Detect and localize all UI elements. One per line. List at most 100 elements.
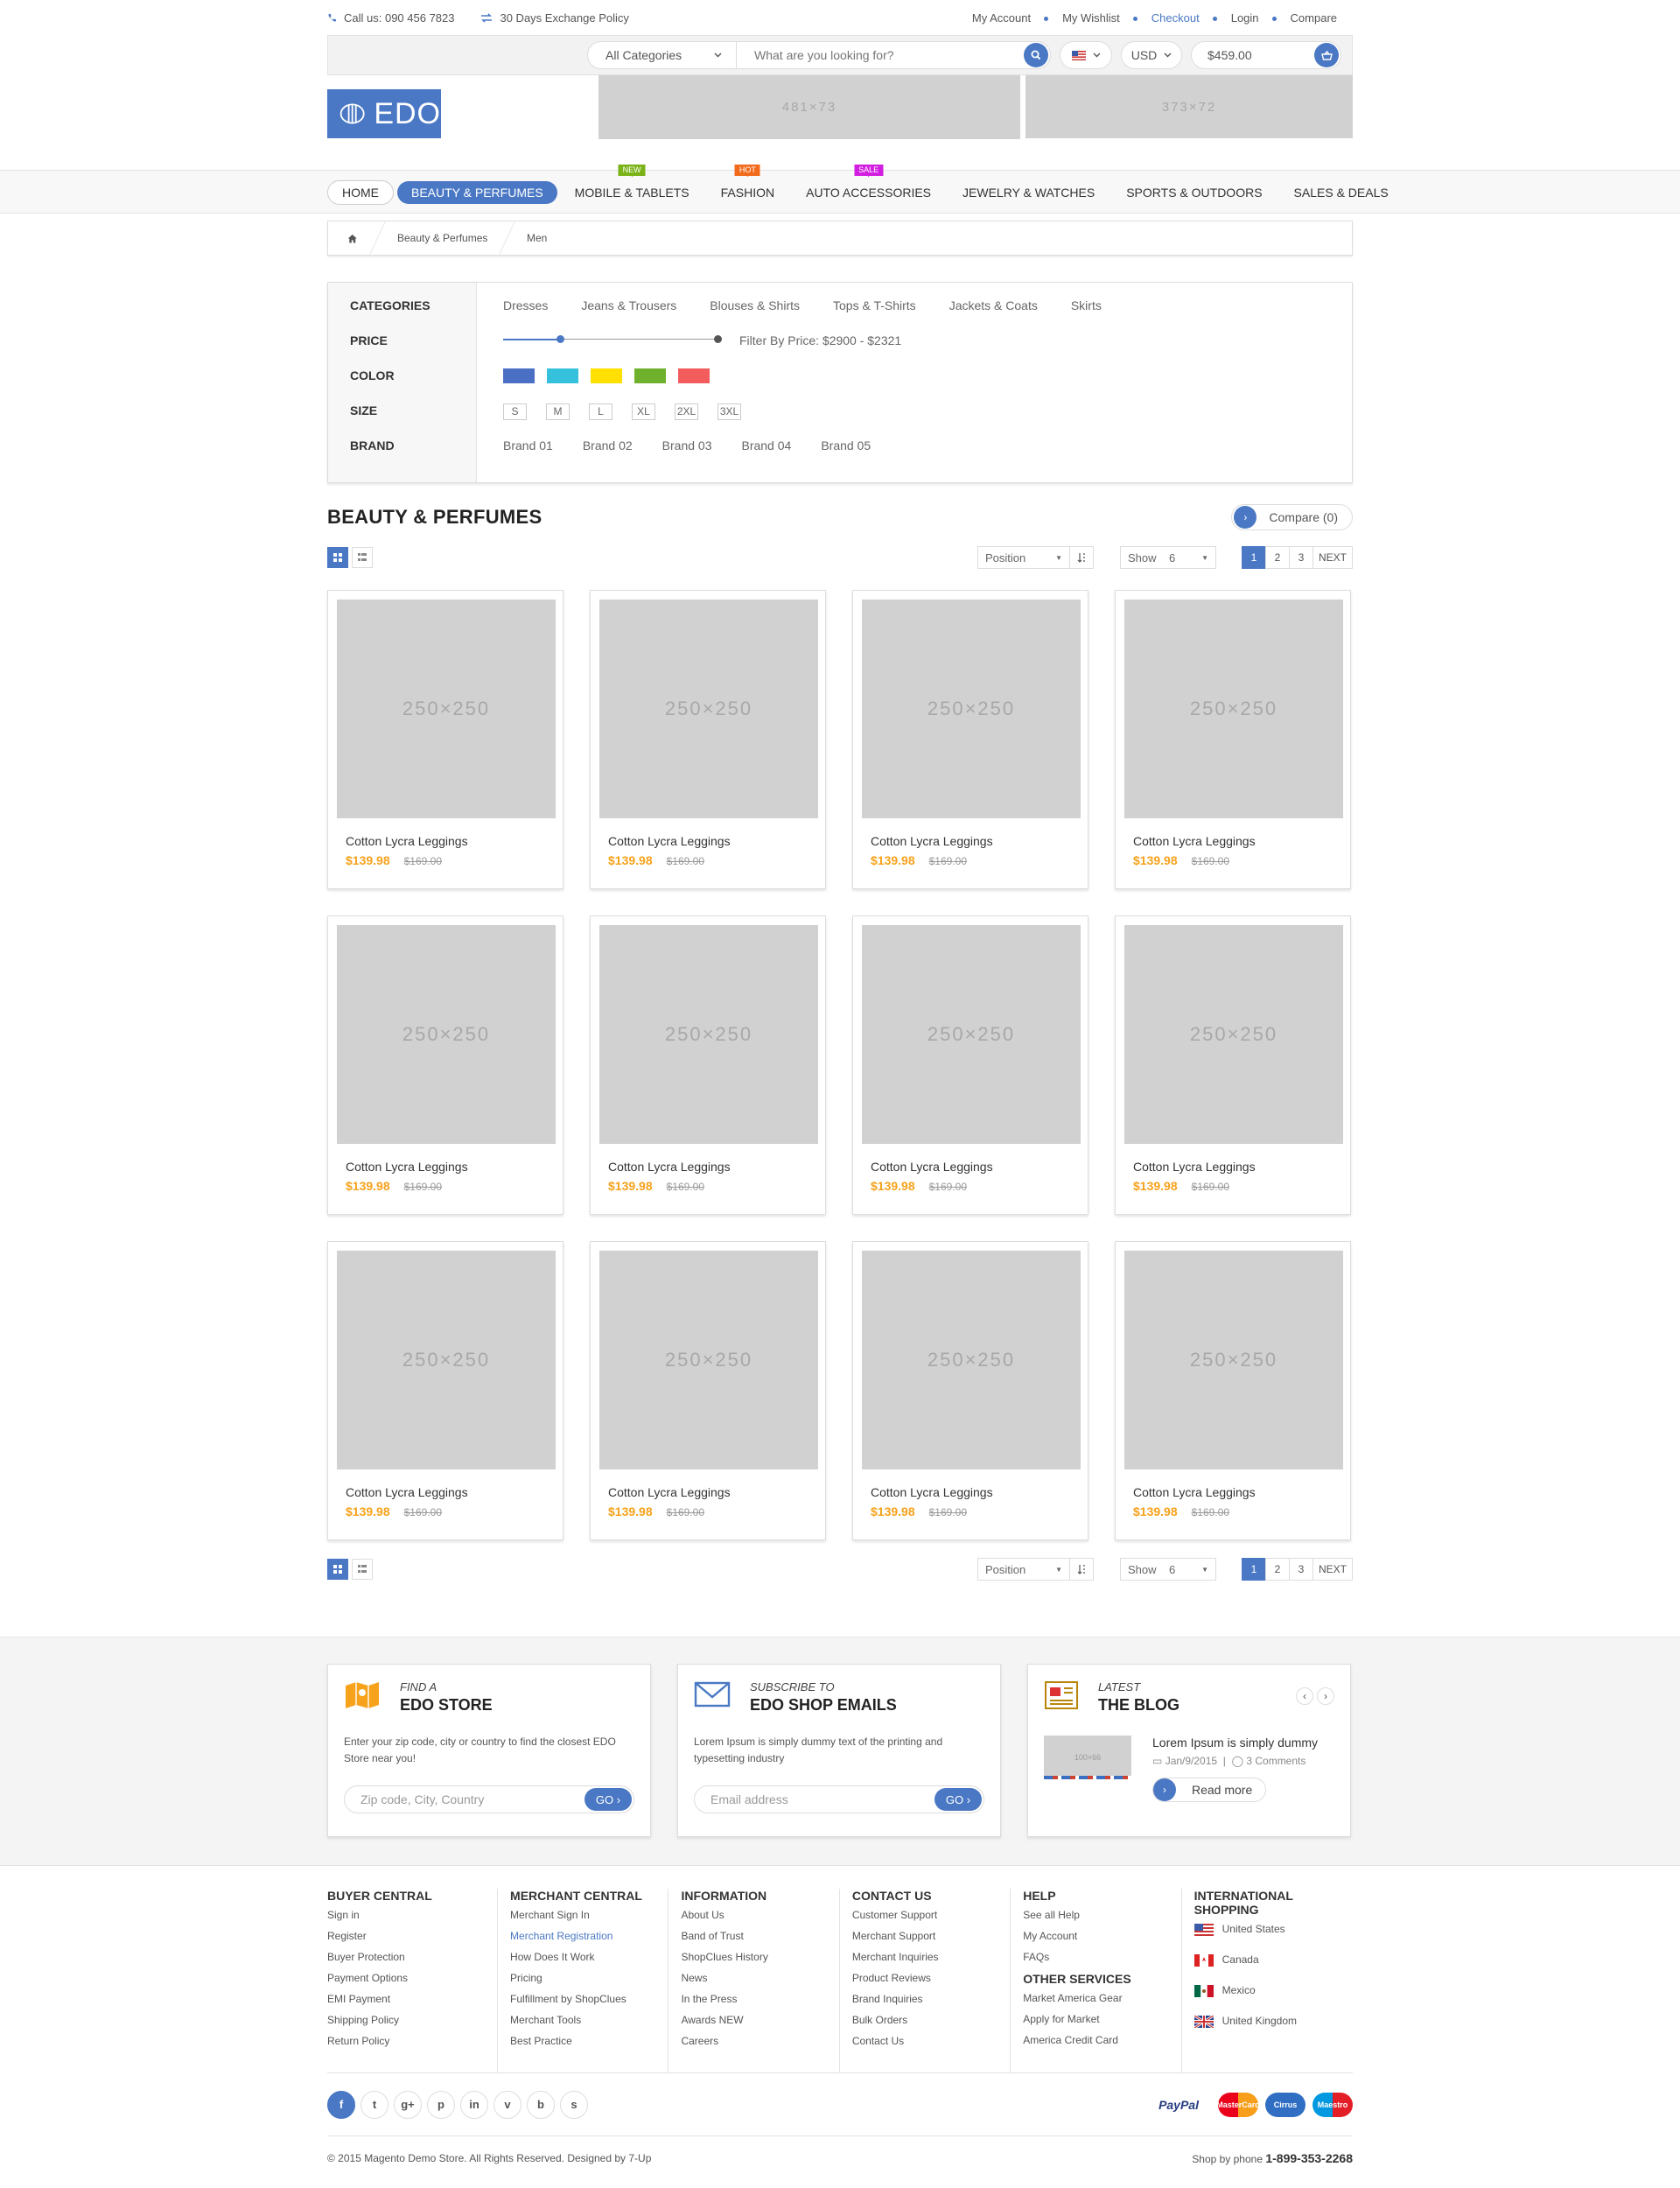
- footer-link[interactable]: FAQs: [1023, 1951, 1180, 1972]
- footer-link[interactable]: Apply for Market: [1023, 2013, 1180, 2034]
- product-image[interactable]: 250×250: [599, 1251, 818, 1469]
- list-view-button[interactable]: [352, 547, 373, 568]
- skype-icon[interactable]: s: [560, 2090, 588, 2119]
- email-input[interactable]: Email address GO ›: [694, 1785, 984, 1813]
- pinterest-icon[interactable]: p: [427, 2090, 455, 2119]
- product-card[interactable]: 250×250 Cotton Lycra Leggings $139.98 $169.…: [1115, 1241, 1351, 1540]
- footer-link[interactable]: Return Policy: [327, 2035, 497, 2056]
- compare-link[interactable]: Compare: [1271, 11, 1353, 25]
- compare-button[interactable]: › Compare (0): [1231, 504, 1353, 530]
- price-slider-max-handle[interactable]: [714, 335, 722, 343]
- nav-item-fashion[interactable]: FASHION HOT: [707, 165, 788, 204]
- footer-link[interactable]: Band of Trust: [681, 1930, 838, 1951]
- product-name[interactable]: Cotton Lycra Leggings: [608, 1160, 816, 1174]
- footer-link[interactable]: Merchant Tools: [510, 2014, 668, 2035]
- page-button[interactable]: 3: [1288, 1558, 1313, 1581]
- brand-option[interactable]: Brand 03: [662, 438, 712, 452]
- page-button[interactable]: 1: [1241, 1558, 1266, 1581]
- grid-view-button[interactable]: [327, 547, 348, 568]
- footer-link[interactable]: ShopClues History: [681, 1951, 838, 1972]
- checkout-link[interactable]: Checkout: [1132, 11, 1215, 25]
- logo[interactable]: EDO: [327, 89, 441, 138]
- footer-link[interactable]: See all Help: [1023, 1909, 1180, 1930]
- page-button[interactable]: 1: [1241, 546, 1266, 569]
- footer-link[interactable]: My Account: [1023, 1930, 1180, 1951]
- sort-select[interactable]: Position ▼: [976, 1558, 1070, 1581]
- footer-link[interactable]: Buyer Protection: [327, 1951, 497, 1972]
- list-view-button[interactable]: [352, 1559, 373, 1580]
- footer-link[interactable]: United Kingdom: [1194, 2015, 1353, 2045]
- footer-link[interactable]: Canada: [1194, 1953, 1353, 1984]
- language-select[interactable]: [1060, 41, 1112, 69]
- footer-link[interactable]: About Us: [681, 1909, 838, 1930]
- footer-link[interactable]: Pricing: [510, 1972, 668, 1993]
- size-option[interactable]: M: [546, 403, 570, 420]
- footer-link[interactable]: Customer Support: [852, 1909, 1010, 1930]
- search-input[interactable]: [737, 48, 1024, 62]
- nav-item-beauty-perfumes[interactable]: BEAUTY & PERFUMES: [397, 181, 557, 204]
- footer-link[interactable]: News: [681, 1972, 838, 1993]
- product-name[interactable]: Cotton Lycra Leggings: [608, 834, 816, 848]
- product-name[interactable]: Cotton Lycra Leggings: [346, 1160, 554, 1174]
- filter-category-option[interactable]: Jeans & Trousers: [581, 298, 676, 312]
- product-image[interactable]: 250×250: [862, 925, 1081, 1144]
- product-image[interactable]: 250×250: [599, 600, 818, 818]
- nav-item-auto-accessories[interactable]: AUTO ACCESSORIES SALE: [792, 165, 945, 204]
- next-page-button[interactable]: NEXT: [1312, 1558, 1353, 1581]
- footer-link[interactable]: Merchant Inquiries: [852, 1951, 1010, 1972]
- brand-option[interactable]: Brand 04: [741, 438, 791, 452]
- breadcrumb-item[interactable]: Beauty & Perfumes: [370, 221, 516, 255]
- product-name[interactable]: Cotton Lycra Leggings: [871, 1485, 1079, 1499]
- banner-2[interactable]: 373×72: [1026, 75, 1353, 138]
- footer-link[interactable]: Register: [327, 1930, 497, 1951]
- page-button[interactable]: 3: [1288, 546, 1313, 569]
- filter-category-option[interactable]: Jackets & Coats: [949, 298, 1038, 312]
- product-card[interactable]: 250×250 Cotton Lycra Leggings $139.98 $169.…: [327, 915, 564, 1215]
- footer-link[interactable]: United States: [1194, 1923, 1353, 1953]
- search-button[interactable]: [1024, 43, 1048, 67]
- page-button[interactable]: 2: [1264, 546, 1290, 569]
- product-image[interactable]: 250×250: [1124, 1251, 1343, 1469]
- product-image[interactable]: 250×250: [862, 600, 1081, 818]
- zip-input[interactable]: Zip code, City, Country GO ›: [344, 1785, 634, 1813]
- blog-prev-button[interactable]: ‹: [1296, 1687, 1313, 1705]
- footer-link[interactable]: Payment Options: [327, 1972, 497, 1993]
- footer-link[interactable]: Product Reviews: [852, 1972, 1010, 1993]
- size-option[interactable]: XL: [632, 403, 655, 420]
- blog-next-button[interactable]: ›: [1317, 1687, 1334, 1705]
- color-swatch[interactable]: [634, 368, 666, 383]
- banner-1[interactable]: 481×73: [598, 75, 1020, 139]
- facebook-icon[interactable]: f: [327, 2090, 355, 2119]
- product-image[interactable]: 250×250: [337, 925, 556, 1144]
- color-swatch[interactable]: [591, 368, 622, 383]
- show-select[interactable]: Show 6 ▼: [1119, 1558, 1216, 1581]
- product-image[interactable]: 250×250: [599, 925, 818, 1144]
- footer-link[interactable]: Sign in: [327, 1909, 497, 1930]
- sort-select[interactable]: Position ▼: [976, 546, 1070, 569]
- nav-item-sports-outdoors[interactable]: SPORTS & OUTDOORS: [1112, 181, 1276, 204]
- color-swatch[interactable]: [678, 368, 710, 383]
- size-option[interactable]: 2XL: [675, 403, 698, 420]
- product-name[interactable]: Cotton Lycra Leggings: [346, 1485, 554, 1499]
- product-card[interactable]: 250×250 Cotton Lycra Leggings $139.98 $169.…: [590, 915, 826, 1215]
- product-image[interactable]: 250×250: [337, 600, 556, 818]
- footer-link[interactable]: EMI Payment: [327, 1993, 497, 2014]
- brand-option[interactable]: Brand 01: [503, 438, 553, 452]
- blog-thumbnail[interactable]: 100×66: [1044, 1736, 1131, 1779]
- show-select[interactable]: Show 6 ▼: [1119, 546, 1216, 569]
- blog-post-title[interactable]: Lorem Ipsum is simply dummy: [1152, 1736, 1318, 1750]
- footer-link[interactable]: Contact Us: [852, 2035, 1010, 2056]
- product-name[interactable]: Cotton Lycra Leggings: [1133, 834, 1341, 848]
- read-more-button[interactable]: › Read more: [1152, 1778, 1266, 1802]
- footer-link[interactable]: Merchant Support: [852, 1930, 1010, 1951]
- product-image[interactable]: 250×250: [1124, 600, 1343, 818]
- product-card[interactable]: 250×250 Cotton Lycra Leggings $139.98 $169.…: [852, 1241, 1088, 1540]
- product-image[interactable]: 250×250: [862, 1251, 1081, 1469]
- product-card[interactable]: 250×250 Cotton Lycra Leggings $139.98 $169.…: [1115, 915, 1351, 1215]
- currency-select[interactable]: USD: [1121, 41, 1182, 69]
- brand-option[interactable]: Brand 05: [821, 438, 871, 452]
- filter-category-option[interactable]: Dresses: [503, 298, 548, 312]
- sort-direction-button[interactable]: [1068, 546, 1094, 569]
- price-slider[interactable]: [503, 333, 722, 346]
- grid-view-button[interactable]: [327, 1559, 348, 1580]
